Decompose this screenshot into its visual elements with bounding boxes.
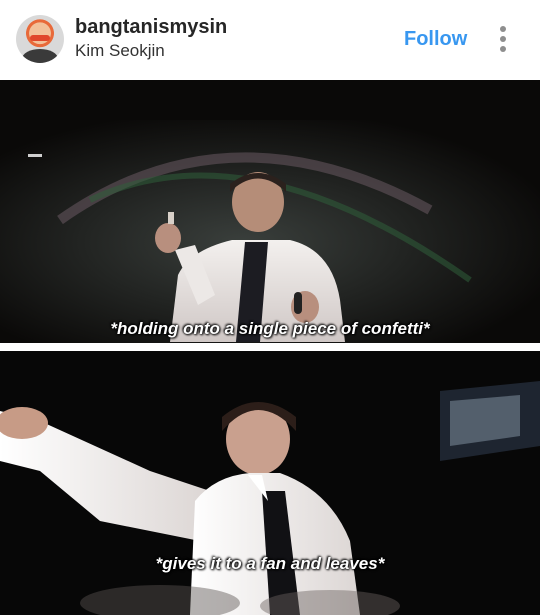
panel-divider <box>0 343 540 351</box>
photo-stage-scene <box>0 351 540 615</box>
follow-button[interactable]: Follow <box>404 27 467 51</box>
photo-caption-top: *holding onto a single piece of confetti… <box>110 319 430 338</box>
username[interactable]: bangtanismysin <box>75 15 227 39</box>
instagram-post: bangtanismysin Kim Seokjin Follow *holdi… <box>0 0 540 615</box>
photo-stage-scene <box>0 80 540 343</box>
photo-caption-bottom: *gives it to a fan and leaves* <box>155 554 385 573</box>
photo-panel-top: *holding onto a single piece of confetti… <box>0 80 540 343</box>
photo-panel-bottom: *gives it to a fan and leaves* <box>0 351 540 615</box>
post-header: bangtanismysin Kim Seokjin Follow <box>0 0 540 78</box>
avatar-sunglasses <box>30 35 50 41</box>
post-location[interactable]: Kim Seokjin <box>75 41 165 61</box>
avatar[interactable] <box>16 15 64 63</box>
avatar-body <box>22 49 58 63</box>
more-vertical-icon[interactable] <box>494 24 512 54</box>
